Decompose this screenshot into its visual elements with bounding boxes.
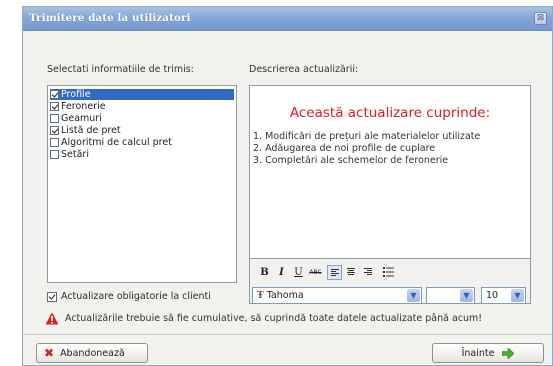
list-item-algoritmi[interactable]: Algoritmi de calcul pret — [50, 137, 234, 148]
checkbox[interactable] — [47, 291, 57, 302]
window-title: Trimitere date la utilizatori — [29, 12, 191, 24]
checkbox[interactable] — [50, 126, 59, 135]
select-info-label: Selectati informatiile de trimis: — [47, 64, 194, 75]
editor-heading: Această actualizare cuprinde: — [289, 105, 491, 121]
list-item-label: Feronerie — [61, 101, 106, 112]
font-size-value: 10 — [486, 290, 499, 301]
mandatory-update-label: Actualizare obligatorie la clienti — [61, 291, 211, 302]
list-item-label: Geamuri — [61, 113, 102, 124]
description-label: Descrierea actualizării: — [249, 64, 359, 75]
list-item-label: Setări — [61, 149, 89, 160]
info-checklist[interactable]: Profile Feronerie Geamuri Listă de pret … — [47, 85, 237, 283]
checkbox[interactable] — [50, 90, 59, 99]
font-icon: Ŧ — [257, 291, 264, 301]
bullet-list-button[interactable] — [381, 265, 396, 280]
checkbox[interactable] — [50, 102, 59, 111]
next-button[interactable]: Înainte — [432, 343, 544, 363]
italic-button[interactable]: I — [274, 265, 289, 280]
editor-line: 2. Adăugarea de noi profile de cuplare — [253, 143, 436, 154]
strikethrough-button[interactable]: ABC — [308, 265, 323, 280]
list-item-label: Listă de pret — [61, 125, 121, 136]
warning-message: Actualizările trebuie să fie cumulative,… — [45, 312, 482, 325]
list-item-lista-pret[interactable]: Listă de pret — [50, 125, 234, 136]
bullet-list-icon — [383, 267, 394, 277]
align-left-icon — [331, 269, 339, 277]
arrow-right-icon — [502, 347, 515, 359]
divider — [23, 334, 552, 335]
close-icon[interactable]: ⊠ — [534, 12, 547, 25]
editor-line: 3. Completări ale schemelor de feronerie — [253, 155, 449, 166]
align-left-button[interactable] — [327, 265, 342, 280]
mandatory-update-checkbox[interactable]: Actualizare obligatorie la clienti — [47, 291, 211, 302]
cancel-button[interactable]: ✖ Abandonează — [36, 343, 148, 363]
checkbox[interactable] — [50, 150, 59, 159]
cancel-button-label: Abandonează — [60, 347, 125, 359]
list-item-profile[interactable]: Profile — [50, 89, 234, 100]
description-editor[interactable]: Această actualizare cuprinde: 1. Modific… — [249, 85, 531, 259]
list-item-label: Profile — [61, 89, 91, 100]
align-center-button[interactable] — [344, 265, 359, 280]
font-family-select[interactable]: Ŧ Tahoma ▼ — [252, 287, 422, 304]
title-bar[interactable]: Trimitere date la utilizatori ⊠ — [23, 7, 552, 31]
list-item-feronerie[interactable]: Feronerie — [50, 101, 234, 112]
bold-button[interactable]: B — [257, 265, 272, 280]
warning-icon — [45, 312, 59, 325]
editor-line: 1. Modificări de prețuri ale materialelo… — [253, 131, 481, 142]
underline-button[interactable]: U — [291, 265, 306, 280]
font-style-select[interactable]: ▼ — [426, 287, 475, 304]
format-toolbar: B I U ABC Ŧ Tahoma ▼ ▼ 10 ▼ — [249, 259, 531, 304]
list-item-label: Algoritmi de calcul pret — [61, 137, 172, 148]
chevron-down-icon[interactable]: ▼ — [460, 289, 473, 302]
chevron-down-icon[interactable]: ▼ — [407, 289, 420, 302]
list-item-setari[interactable]: Setări — [50, 149, 234, 160]
font-size-select[interactable]: 10 ▼ — [481, 287, 526, 304]
next-button-label: Înainte — [461, 347, 495, 359]
warning-text: Actualizările trebuie să fie cumulative,… — [65, 313, 483, 324]
checkbox[interactable] — [50, 138, 59, 147]
align-right-icon — [364, 268, 372, 276]
chevron-down-icon[interactable]: ▼ — [511, 289, 524, 302]
checkbox[interactable] — [50, 114, 59, 123]
align-center-icon — [347, 268, 355, 276]
font-family-value: Tahoma — [266, 290, 304, 301]
align-right-button[interactable] — [361, 265, 376, 280]
list-item-geamuri[interactable]: Geamuri — [50, 113, 234, 124]
close-icon: ✖ — [44, 346, 55, 360]
dialog-window: Trimitere date la utilizatori ⊠ Selectat… — [22, 6, 553, 366]
